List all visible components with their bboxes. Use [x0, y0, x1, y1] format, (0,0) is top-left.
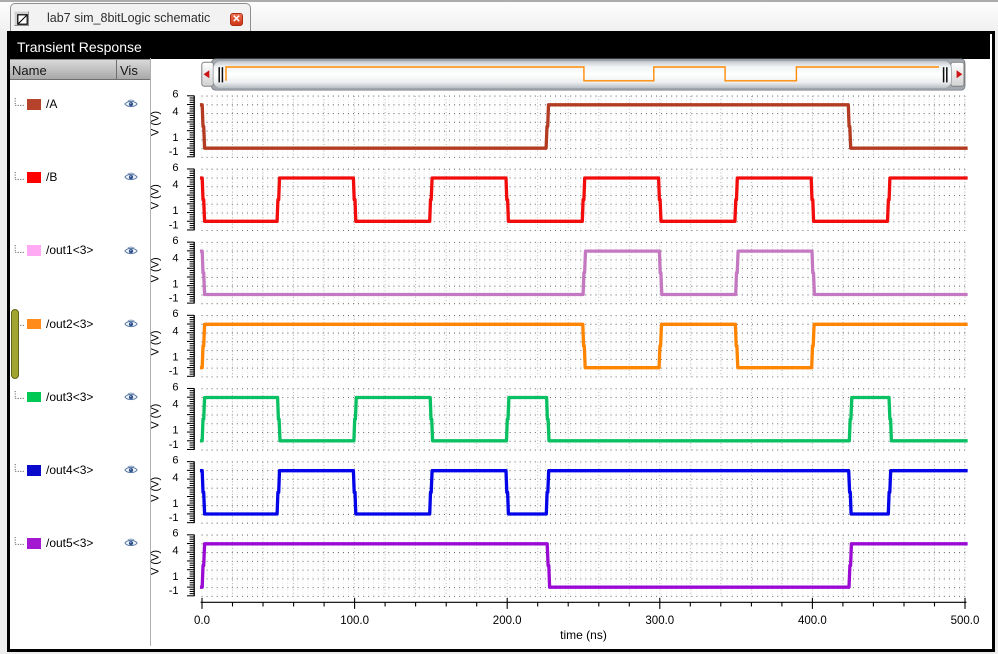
svg-text:4: 4 — [172, 472, 178, 484]
svg-text:4: 4 — [172, 179, 178, 191]
svg-text:V (V): V (V) — [150, 257, 162, 282]
svg-text:6: 6 — [172, 162, 178, 174]
svg-text:-1: -1 — [169, 146, 179, 158]
svg-text:V (V): V (V) — [150, 330, 162, 355]
svg-text:4: 4 — [172, 106, 178, 118]
svg-text:V (V): V (V) — [150, 550, 162, 575]
svg-text:100.0: 100.0 — [340, 615, 369, 627]
svg-text:-1: -1 — [169, 219, 179, 231]
svg-text:4: 4 — [172, 399, 178, 411]
svg-text:-1: -1 — [169, 439, 179, 451]
svg-text:200.0: 200.0 — [493, 615, 522, 627]
svg-text:1: 1 — [172, 278, 178, 290]
svg-text:-1: -1 — [169, 293, 179, 305]
svg-text:-1: -1 — [169, 512, 179, 524]
svg-text:400.0: 400.0 — [798, 615, 827, 627]
svg-text:time (ns): time (ns) — [560, 628, 607, 642]
svg-text:V (V): V (V) — [150, 477, 162, 502]
svg-text:6: 6 — [172, 381, 178, 393]
svg-text:6: 6 — [172, 235, 178, 247]
svg-text:6: 6 — [172, 455, 178, 467]
svg-text:V (V): V (V) — [150, 111, 162, 136]
svg-text:1: 1 — [172, 205, 178, 217]
svg-text:0.0: 0.0 — [194, 615, 210, 627]
svg-text:V (V): V (V) — [150, 184, 162, 209]
svg-text:1: 1 — [172, 425, 178, 437]
svg-text:4: 4 — [172, 252, 178, 264]
svg-text:1: 1 — [172, 571, 178, 583]
svg-text:1: 1 — [172, 132, 178, 144]
svg-text:-1: -1 — [169, 366, 179, 378]
svg-text:4: 4 — [172, 326, 178, 338]
svg-text:500.0: 500.0 — [951, 615, 980, 627]
svg-text:1: 1 — [172, 352, 178, 364]
svg-text:300.0: 300.0 — [645, 615, 674, 627]
svg-text:6: 6 — [172, 528, 178, 540]
svg-text:1: 1 — [172, 498, 178, 510]
svg-text:6: 6 — [172, 308, 178, 320]
svg-text:-1: -1 — [169, 585, 179, 597]
svg-text:6: 6 — [172, 89, 178, 101]
svg-text:4: 4 — [172, 545, 178, 557]
svg-text:V (V): V (V) — [150, 404, 162, 429]
